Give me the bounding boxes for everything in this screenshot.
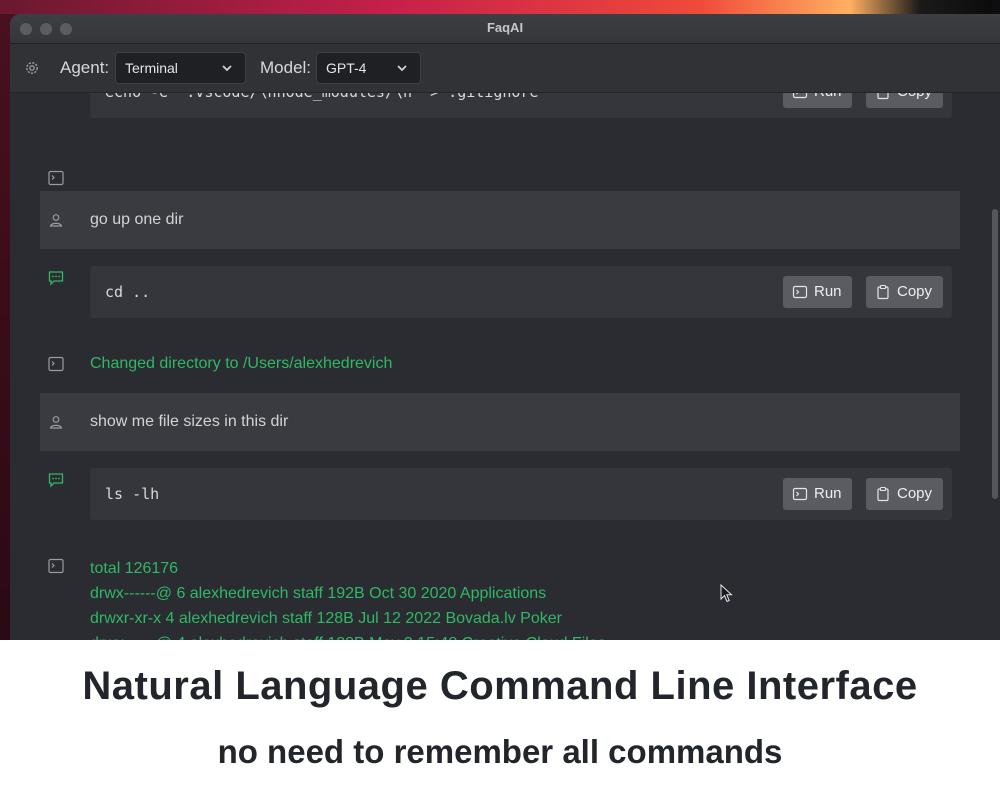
clipboard-icon	[877, 284, 889, 300]
app-window: FaqAI Agent: Terminal Model: GPT-4 echo …	[10, 14, 1000, 640]
terminal-icon	[792, 487, 808, 501]
terminal-icon	[48, 170, 64, 186]
run-button[interactable]: Run	[783, 478, 852, 510]
model-select[interactable]: GPT-4	[316, 52, 421, 84]
caption-title: Natural Language Command Line Interface	[82, 664, 918, 708]
terminal-icon	[792, 285, 808, 299]
user-icon	[49, 416, 63, 429]
user-message-text: show me file sizes in this dir	[90, 413, 289, 430]
user-message-text: go up one dir	[90, 211, 184, 228]
agent-label: Agent:	[60, 58, 110, 77]
terminal-icon	[48, 356, 64, 372]
minimize-window-button[interactable]	[40, 23, 52, 35]
copy-label: Copy	[897, 283, 933, 300]
run-label: Run	[814, 93, 842, 100]
output-line: drwx------@ 6 alexhedrevich staff 192B O…	[90, 585, 547, 602]
run-label: Run	[814, 485, 842, 502]
agent-select-value: Terminal	[125, 60, 178, 76]
command-text[interactable]: cd ..	[105, 266, 150, 318]
code-block: ls -lh Run Copy	[90, 468, 952, 520]
copy-label: Copy	[897, 485, 933, 502]
model-select-value: GPT-4	[326, 60, 367, 76]
run-label: Run	[814, 283, 842, 300]
chevron-down-icon	[222, 65, 232, 72]
caption-subtitle: no need to remember all commands	[217, 733, 783, 770]
cursor-icon	[720, 584, 733, 603]
window-title: FaqAI	[486, 20, 524, 35]
run-button[interactable]: Run	[783, 276, 852, 308]
command-text[interactable]: ls -lh	[105, 468, 159, 520]
code-text-previous: echo -e ".vscode/\nnode_modules/\n" > .g…	[105, 93, 538, 118]
user-message-row: go up one dir	[40, 191, 960, 249]
copy-button[interactable]: Copy	[866, 93, 943, 108]
wallpaper-glow	[0, 0, 1000, 14]
output-line: drwx------@ 4 alexhedrevich staff 128B M…	[90, 631, 606, 640]
caption-banner: Natural Language Command Line Interface …	[0, 640, 1000, 800]
title-bar[interactable]: FaqAI	[10, 14, 1000, 44]
clipboard-icon	[877, 93, 889, 100]
toolbar: Agent: Terminal Model: GPT-4	[10, 44, 1000, 93]
user-message-row: show me file sizes in this dir	[40, 393, 960, 451]
close-window-button[interactable]	[20, 23, 32, 35]
terminal-icon	[48, 558, 64, 574]
gear-icon[interactable]	[24, 60, 40, 76]
clipboard-icon	[877, 486, 889, 502]
conversation-pane[interactable]: echo -e ".vscode/\nnode_modules/\n" > .g…	[10, 93, 1000, 640]
chevron-down-icon	[397, 65, 407, 72]
copy-button[interactable]: Copy	[866, 478, 943, 510]
chat-icon	[48, 271, 64, 286]
terminal-icon	[792, 93, 808, 99]
command-output: total 126176 drwx------@ 6 alexhedrevich…	[90, 556, 606, 640]
command-output: Changed directory to /Users/alexhedrevic…	[90, 355, 393, 372]
output-line: total 126176	[90, 560, 179, 577]
scrollbar[interactable]	[992, 209, 998, 499]
code-block-previous: echo -e ".vscode/\nnode_modules/\n" > .g…	[90, 93, 952, 118]
output-line: drwxr-xr-x 4 alexhedrevich staff 128B Ju…	[90, 610, 562, 627]
agent-select[interactable]: Terminal	[115, 52, 246, 84]
code-block: cd .. Run Copy	[90, 266, 952, 318]
user-icon	[49, 214, 63, 227]
chat-icon	[48, 473, 64, 488]
copy-label: Copy	[897, 93, 932, 100]
copy-button[interactable]: Copy	[866, 276, 943, 308]
model-label: Model:	[260, 58, 312, 77]
zoom-window-button[interactable]	[60, 23, 72, 35]
run-button[interactable]: Run	[783, 93, 852, 108]
